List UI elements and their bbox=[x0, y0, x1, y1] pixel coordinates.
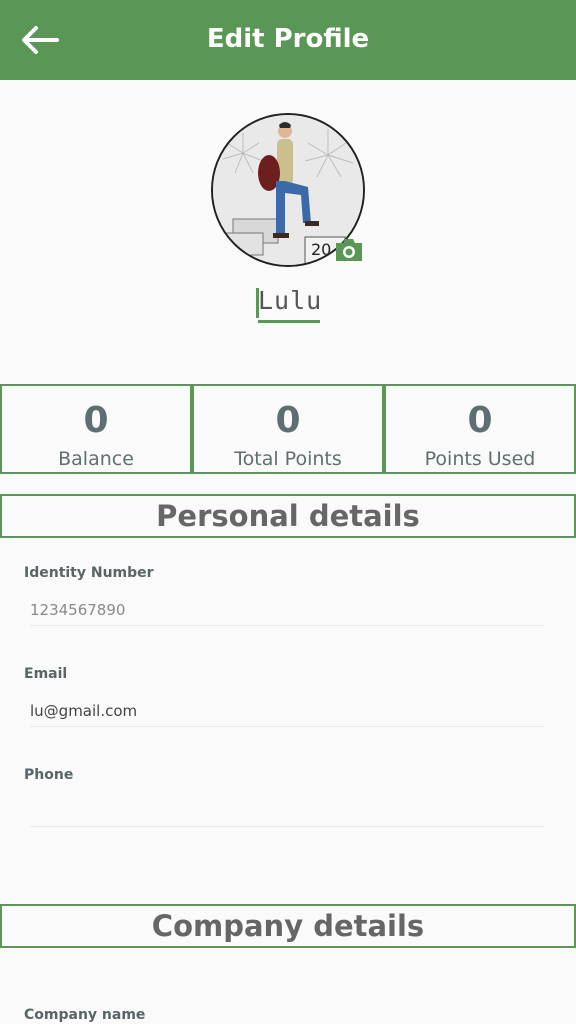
email-input[interactable] bbox=[30, 696, 545, 727]
email-label: Email bbox=[24, 666, 68, 682]
stat-value: 0 bbox=[467, 400, 493, 441]
stat-value: 0 bbox=[275, 400, 301, 441]
stat-points-used: 0 Points Used bbox=[384, 384, 576, 474]
stat-label: Total Points bbox=[234, 448, 342, 470]
identity-number-label: Identity Number bbox=[24, 565, 154, 581]
phone-label: Phone bbox=[24, 767, 74, 783]
stat-label: Points Used bbox=[424, 448, 536, 470]
svg-text:16: 16 bbox=[233, 253, 251, 265]
personal-details-header: Personal details bbox=[0, 494, 576, 538]
stat-balance: 0 Balance bbox=[0, 384, 192, 474]
stat-value: 0 bbox=[83, 400, 109, 441]
avatar-container: 20 16 bbox=[211, 113, 367, 269]
identity-number-input[interactable] bbox=[30, 595, 545, 626]
stat-total-points: 0 Total Points bbox=[192, 384, 384, 474]
camera-icon bbox=[336, 239, 362, 261]
company-details-header: Company details bbox=[0, 904, 576, 948]
phone-input[interactable] bbox=[30, 796, 545, 827]
app-bar: Edit Profile bbox=[0, 0, 576, 80]
stat-label: Balance bbox=[58, 448, 134, 470]
svg-text:20: 20 bbox=[311, 240, 331, 259]
company-name-label: Company name bbox=[24, 1007, 146, 1023]
page-title: Edit Profile bbox=[206, 24, 370, 54]
username-underline bbox=[258, 320, 320, 323]
change-photo-button[interactable] bbox=[334, 237, 364, 263]
